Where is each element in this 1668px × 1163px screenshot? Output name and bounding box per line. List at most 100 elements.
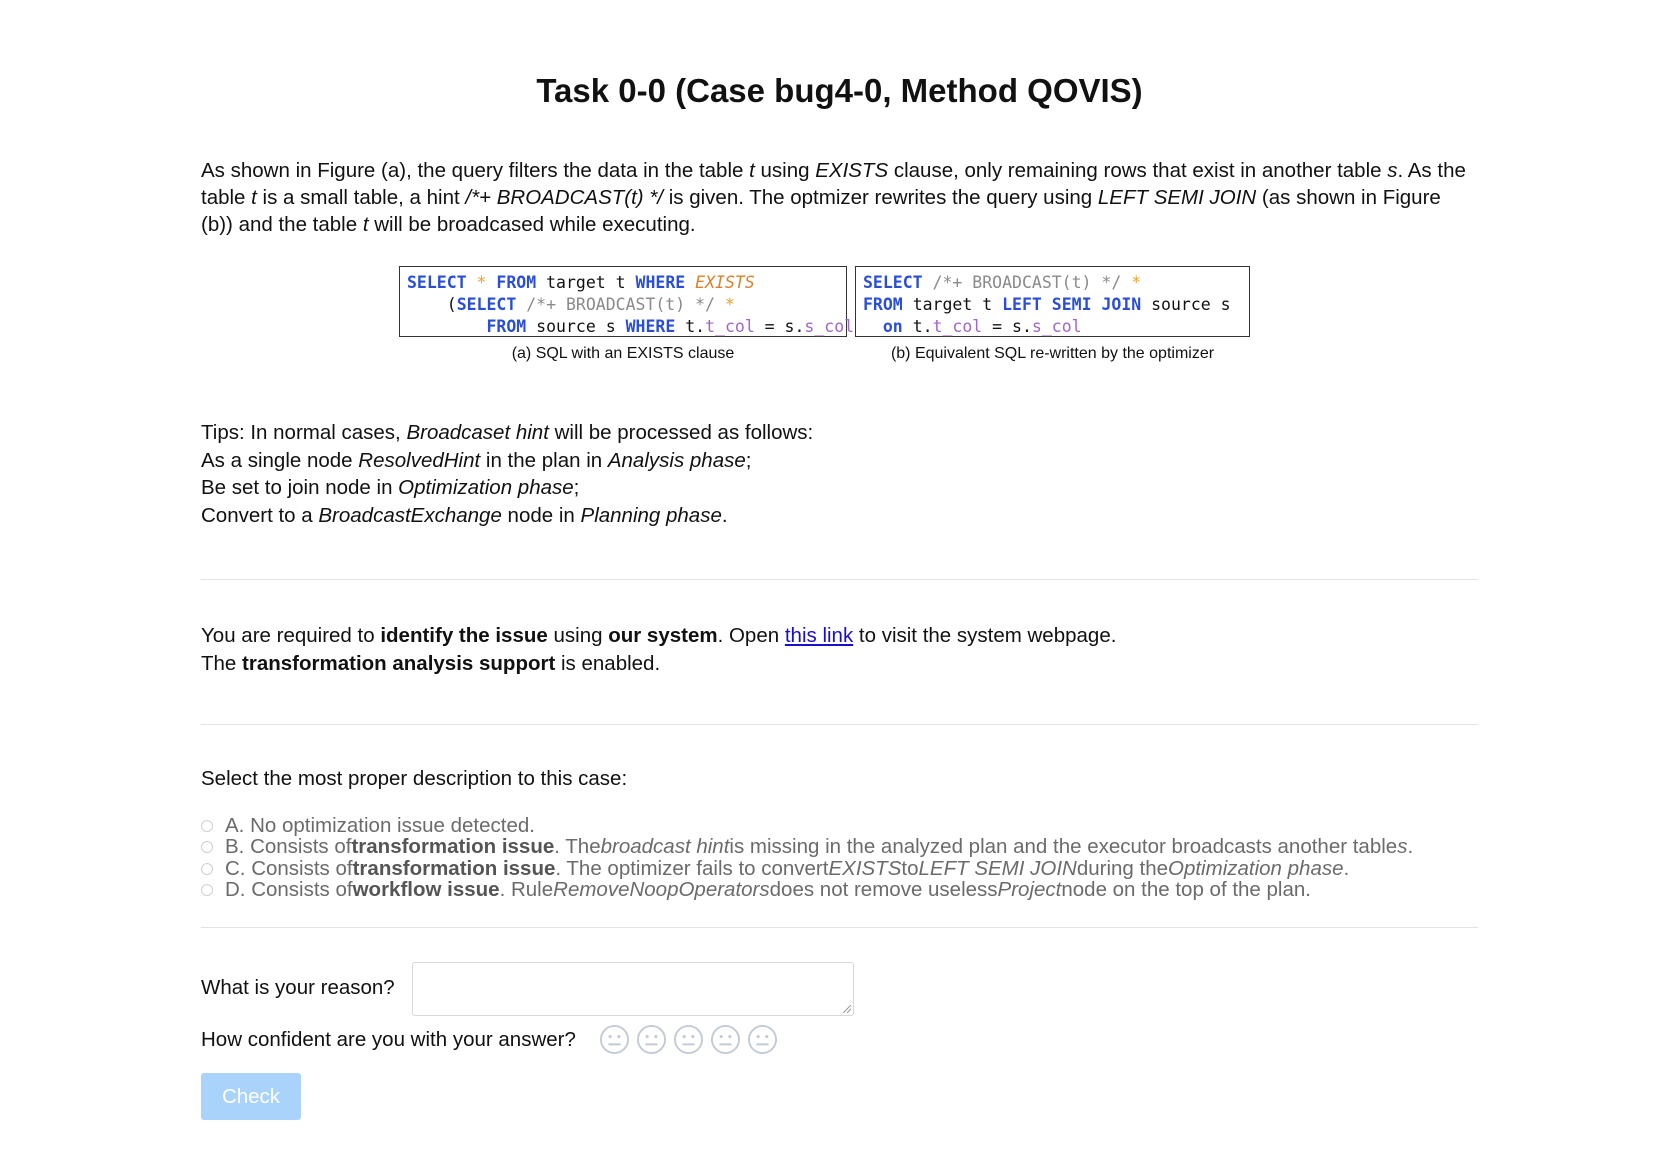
sql-text: (	[446, 295, 457, 314]
sql-text: source s	[1151, 295, 1231, 314]
neutral-face-icon[interactable]	[636, 1024, 667, 1055]
radio-button[interactable]	[201, 841, 213, 854]
page-title: Task 0-0 (Case bug4-0, Method QOVIS)	[536, 72, 1143, 109]
tips-text: As a single node	[201, 448, 359, 472]
divider	[201, 927, 1478, 928]
sql-keyword-exists: EXISTS	[695, 273, 755, 292]
option-text: EXISTS	[828, 856, 902, 880]
resize-handle[interactable]	[843, 1005, 851, 1013]
tips-text: .	[721, 503, 728, 527]
neutral-face-icon[interactable]	[710, 1024, 741, 1055]
sql-star: *	[1131, 273, 1142, 292]
tips-text: Planning phase	[580, 503, 722, 527]
tips-text: Analysis phase	[607, 448, 746, 472]
tips-text: ;	[745, 448, 752, 472]
tips-text: ResolvedHint	[358, 448, 481, 472]
radio-button[interactable]	[201, 819, 213, 832]
divider	[201, 579, 1478, 580]
figure-a-caption: (a) SQL with an EXISTS clause	[511, 345, 735, 362]
sql-column: t_col	[705, 317, 755, 336]
system-link[interactable]: this link	[785, 624, 853, 647]
sql-column: t_col	[932, 317, 983, 336]
neutral-face-icon[interactable]	[747, 1024, 778, 1055]
tips-text: Be set to join node in	[201, 476, 399, 499]
sql-text: target t	[912, 295, 993, 314]
requirement-section: You are required to identify the issue u…	[201, 622, 1478, 678]
requirement-text: The	[201, 652, 243, 675]
tips-text: node in	[501, 503, 581, 527]
reason-textarea[interactable]	[412, 962, 854, 1016]
sql-text: t.	[685, 317, 706, 336]
requirement-text: . Open	[717, 624, 785, 647]
sql-keyword: FROM	[486, 317, 527, 336]
tips-text: will be processed as follows:	[548, 421, 814, 444]
sql-text: = s.	[754, 317, 805, 336]
sql-text: t.	[912, 317, 933, 336]
option-a[interactable]: A. No optimization issue detected.	[201, 813, 1478, 837]
option-text: to	[901, 856, 919, 880]
sql-text: source s	[536, 317, 616, 336]
intro-text: is given. The optmizer rewrites the quer…	[663, 186, 1098, 209]
requirement-text: identify the issue	[380, 624, 548, 647]
tips-text: BroadcastExchange	[318, 503, 502, 527]
option-text: during the	[1076, 856, 1169, 880]
sql-star: *	[724, 295, 735, 314]
option-text: broadcast hint	[600, 835, 730, 859]
sql-keyword: SELECT	[407, 273, 467, 292]
tips-section: Tips: In normal cases, Broadcaset hint w…	[201, 419, 1478, 529]
tips-text: Broadcaset hint	[406, 421, 549, 444]
sql-keyword: FROM	[863, 295, 903, 314]
option-text: A. No optimization issue detected.	[225, 813, 535, 837]
radio-button[interactable]	[201, 884, 213, 897]
tips-text: Optimization phase	[398, 476, 574, 499]
tips-text: ;	[573, 476, 580, 499]
neutral-face-icon[interactable]	[599, 1024, 630, 1055]
answer-options: A. No optimization issue detected. B. Co…	[201, 813, 1478, 902]
option-text: s	[1397, 835, 1408, 859]
requirement-text: to visit the system webpage.	[853, 624, 1117, 647]
tips-text: Convert to a	[201, 503, 319, 527]
requirement-text: transformation analysis support	[242, 652, 556, 675]
confidence-rating	[599, 1024, 778, 1055]
intro-text: is a small table, a hint	[256, 186, 466, 209]
sql-star: *	[476, 273, 487, 292]
intro-text: using	[754, 159, 816, 182]
option-text: does not remove useless	[769, 878, 998, 902]
neutral-face-icon[interactable]	[673, 1024, 704, 1055]
question-prompt: Select the most proper description to th…	[201, 767, 628, 790]
option-c[interactable]: C. Consists of transformation issue. The…	[201, 856, 1478, 880]
divider	[201, 724, 1478, 725]
sql-keyword: SELECT	[456, 295, 517, 314]
sql-hint: /*+ BROADCAST(t) */	[526, 295, 715, 314]
intro-text: s	[1387, 159, 1398, 182]
check-button[interactable]: Check	[201, 1073, 301, 1120]
sql-keyword: WHERE	[635, 273, 686, 292]
option-text: .	[1343, 856, 1350, 880]
option-d[interactable]: D. Consists of workflow issue. Rule Remo…	[201, 878, 1478, 902]
sql-keyword: SELECT	[863, 273, 923, 292]
option-text: . The	[554, 835, 601, 859]
requirement-text: using	[547, 624, 609, 647]
option-text: transformation issue	[351, 835, 555, 859]
option-b[interactable]: B. Consists of transformation issue. The…	[201, 835, 1478, 859]
option-text: RemoveNoopOperators	[553, 878, 770, 902]
option-text: Project	[997, 878, 1062, 902]
option-text: is missing in the analyzed plan and the …	[729, 835, 1398, 859]
sql-keyword: WHERE	[625, 317, 676, 336]
sql-keyword: FROM	[496, 273, 537, 292]
intro-text: clause, only remaining rows that exist i…	[888, 159, 1388, 182]
option-text: transformation issue	[352, 856, 556, 880]
sql-keyword: LEFT SEMI JOIN	[1002, 295, 1142, 314]
figure-b-caption: (b) Equivalent SQL re-written by the opt…	[890, 345, 1215, 362]
sql-text: = s.	[982, 317, 1032, 336]
requirement-text: our system	[608, 624, 718, 647]
intro-text: As shown in Figure (a), the query filter…	[201, 159, 750, 182]
intro-text: EXISTS	[815, 159, 889, 182]
option-text: .	[1407, 835, 1414, 859]
radio-button[interactable]	[201, 862, 213, 875]
sql-column: s_col	[1031, 317, 1082, 336]
figure-b-code: SELECT /*+ BROADCAST(t) */ * FROM target…	[855, 266, 1250, 337]
reason-label: What is your reason?	[201, 976, 395, 999]
sql-figures: SELECT * FROM target t WHERE EXISTS (SEL…	[399, 266, 1299, 366]
option-text: Optimization phase	[1168, 856, 1344, 880]
